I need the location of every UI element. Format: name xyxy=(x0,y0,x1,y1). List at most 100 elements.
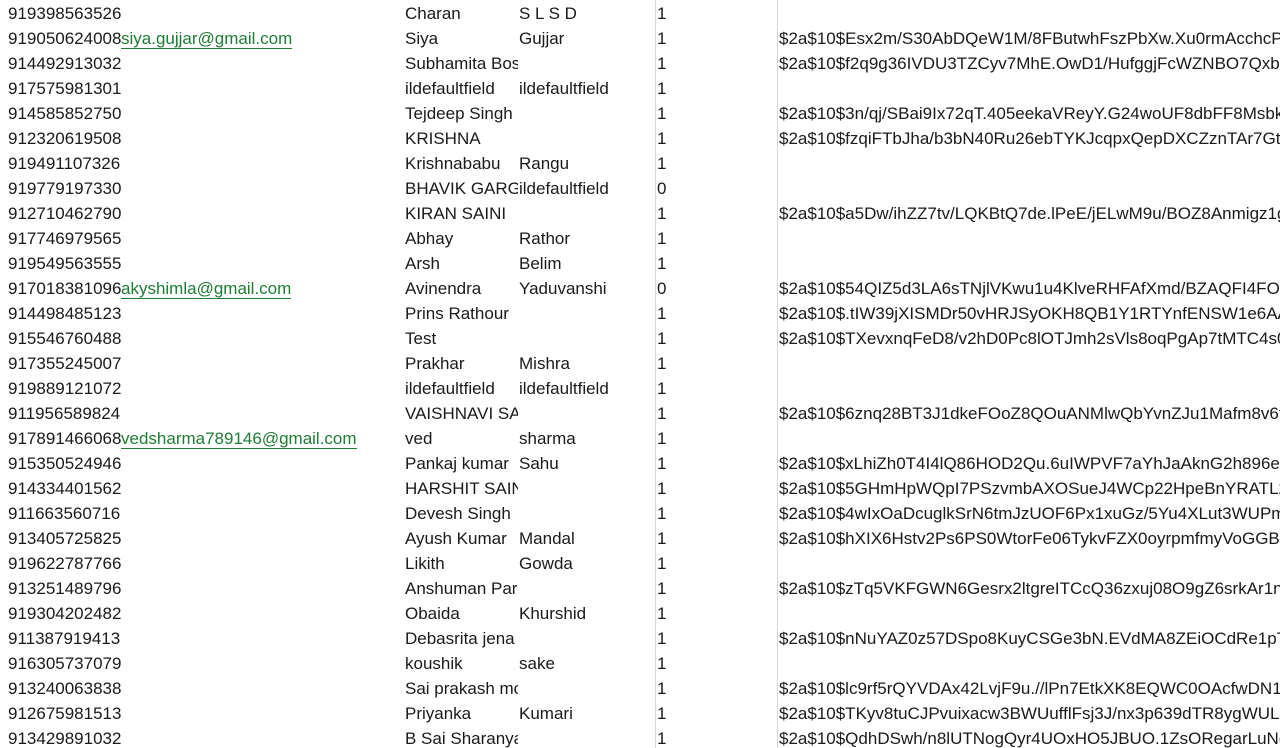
phone-cell[interactable]: 913251489796 xyxy=(8,576,121,601)
last-name-cell[interactable] xyxy=(519,726,655,748)
flag-cell[interactable]: 1 xyxy=(657,601,687,626)
phone-cell[interactable]: 919398563526 xyxy=(8,1,121,26)
last-name-cell[interactable]: S L S D xyxy=(519,1,655,26)
spreadsheet-grid[interactable]: 919398563526 Charan S L S D 1 9190506240… xyxy=(0,0,1280,748)
password-hash-cell[interactable] xyxy=(779,376,1280,401)
phone-cell[interactable]: 914334401562 xyxy=(8,476,121,501)
phone-cell[interactable]: 913240063838 xyxy=(8,676,121,701)
email-cell[interactable] xyxy=(121,551,401,576)
first-name-cell[interactable]: Devesh Singh xyxy=(405,501,518,526)
phone-cell[interactable]: 919549563555 xyxy=(8,251,121,276)
flag-cell[interactable]: 1 xyxy=(657,326,687,351)
email-cell[interactable] xyxy=(121,301,401,326)
phone-cell[interactable]: 912710462790 xyxy=(8,201,121,226)
last-name-cell[interactable] xyxy=(519,126,655,151)
password-hash-cell[interactable]: $2a$10$Esx2m/S30AbDQeW1M/8FButwhFszPbXw.… xyxy=(779,26,1280,51)
password-hash-cell[interactable]: $2a$10$QdhDSwh/n8lUTNogQyr4UOxHO5JBUO.1Z… xyxy=(779,726,1280,748)
phone-cell[interactable]: 914585852750 xyxy=(8,101,121,126)
phone-cell[interactable]: 919779197330 xyxy=(8,176,121,201)
flag-cell[interactable]: 1 xyxy=(657,651,687,676)
first-name-cell[interactable]: VAISHNAVI SA xyxy=(405,401,518,426)
first-name-cell[interactable]: Likith xyxy=(405,551,518,576)
password-hash-cell[interactable]: $2a$10$6znq28BT3J1dkeFOoZ8QOuANMlwQbYvnZ… xyxy=(779,401,1280,426)
first-name-cell[interactable]: KIRAN SAINI xyxy=(405,201,518,226)
flag-cell[interactable]: 1 xyxy=(657,501,687,526)
first-name-cell[interactable]: Siya xyxy=(405,26,518,51)
last-name-cell[interactable]: Belim xyxy=(519,251,655,276)
flag-cell[interactable]: 1 xyxy=(657,626,687,651)
phone-cell[interactable]: 917746979565 xyxy=(8,226,121,251)
phone-cell[interactable]: 912320619508 xyxy=(8,126,121,151)
password-hash-cell[interactable]: $2a$10$f2q9g36IVDU3TZCyv7MhE.OwD1/Hufggj… xyxy=(779,51,1280,76)
first-name-cell[interactable]: ved xyxy=(405,426,518,451)
password-hash-cell[interactable]: $2a$10$nNuYAZ0z57DSpo8KuyCSGe3bN.EVdMA8Z… xyxy=(779,626,1280,651)
flag-cell[interactable]: 1 xyxy=(657,151,687,176)
last-name-cell[interactable]: ildefaultfield xyxy=(519,76,655,101)
flag-cell[interactable]: 1 xyxy=(657,251,687,276)
first-name-cell[interactable]: Obaida xyxy=(405,601,518,626)
password-hash-cell[interactable]: $2a$10$5GHmHpWQpI7PSzvmbAXOSueJ4WCp22Hpe… xyxy=(779,476,1280,501)
last-name-cell[interactable] xyxy=(519,51,655,76)
last-name-cell[interactable] xyxy=(519,301,655,326)
email-cell[interactable] xyxy=(121,126,401,151)
password-hash-cell[interactable]: $2a$10$a5Dw/ihZZ7tv/LQKBtQ7de.lPeE/jELwM… xyxy=(779,201,1280,226)
flag-cell[interactable]: 1 xyxy=(657,701,687,726)
email-link[interactable]: siya.gujjar@gmail.com xyxy=(121,29,293,49)
phone-cell[interactable]: 919491107326 xyxy=(8,151,121,176)
first-name-cell[interactable]: Debasrita jena xyxy=(405,626,518,651)
last-name-cell[interactable] xyxy=(519,401,655,426)
last-name-cell[interactable]: sharma xyxy=(519,426,655,451)
last-name-cell[interactable] xyxy=(519,501,655,526)
flag-cell[interactable]: 1 xyxy=(657,26,687,51)
email-cell[interactable] xyxy=(121,101,401,126)
first-name-cell[interactable]: Test xyxy=(405,326,518,351)
password-hash-cell[interactable] xyxy=(779,1,1280,26)
last-name-cell[interactable]: Mandal xyxy=(519,526,655,551)
flag-cell[interactable]: 0 xyxy=(657,276,687,301)
flag-cell[interactable]: 1 xyxy=(657,351,687,376)
first-name-cell[interactable]: ildefaultfield xyxy=(405,376,518,401)
last-name-cell[interactable] xyxy=(519,101,655,126)
phone-cell[interactable]: 919050624008 xyxy=(8,26,121,51)
first-name-cell[interactable]: Avinendra xyxy=(405,276,518,301)
password-hash-cell[interactable] xyxy=(779,176,1280,201)
first-name-cell[interactable]: koushik xyxy=(405,651,518,676)
last-name-cell[interactable] xyxy=(519,476,655,501)
first-name-cell[interactable]: Ayush Kumar xyxy=(405,526,518,551)
flag-cell[interactable]: 1 xyxy=(657,526,687,551)
password-hash-cell[interactable] xyxy=(779,601,1280,626)
password-hash-cell[interactable]: $2a$10$fzqiFTbJha/b3bN40Ru26ebTYKJcqpxQe… xyxy=(779,126,1280,151)
last-name-cell[interactable]: Rangu xyxy=(519,151,655,176)
password-hash-cell[interactable]: $2a$10$TXevxnqFeD8/v2hD0Pc8lOTJmh2sVls8o… xyxy=(779,326,1280,351)
password-hash-cell[interactable]: $2a$10$xLhiZh0T4I4lQ86HOD2Qu.6uIWPVF7aYh… xyxy=(779,451,1280,476)
phone-cell[interactable]: 914498485123 xyxy=(8,301,121,326)
email-cell[interactable] xyxy=(121,151,401,176)
first-name-cell[interactable]: Prins Rathour xyxy=(405,301,518,326)
phone-cell[interactable]: 919889121072 xyxy=(8,376,121,401)
password-hash-cell[interactable] xyxy=(779,351,1280,376)
first-name-cell[interactable]: Charan xyxy=(405,1,518,26)
first-name-cell[interactable]: ildefaultfield xyxy=(405,76,518,101)
flag-cell[interactable]: 1 xyxy=(657,676,687,701)
email-cell[interactable] xyxy=(121,626,401,651)
last-name-cell[interactable]: sake xyxy=(519,651,655,676)
last-name-cell[interactable]: Gujjar xyxy=(519,26,655,51)
last-name-cell[interactable] xyxy=(519,326,655,351)
first-name-cell[interactable]: B Sai Sharanya xyxy=(405,726,518,748)
flag-cell[interactable]: 1 xyxy=(657,576,687,601)
phone-cell[interactable]: 916305737079 xyxy=(8,651,121,676)
email-cell[interactable] xyxy=(121,601,401,626)
phone-cell[interactable]: 911387919413 xyxy=(8,626,121,651)
flag-cell[interactable]: 1 xyxy=(657,51,687,76)
email-cell[interactable] xyxy=(121,726,401,748)
last-name-cell[interactable]: ildefaultfield xyxy=(519,376,655,401)
email-cell[interactable] xyxy=(121,76,401,101)
first-name-cell[interactable]: Tejdeep Singh xyxy=(405,101,518,126)
password-hash-cell[interactable] xyxy=(779,551,1280,576)
first-name-cell[interactable]: Subhamita Bos xyxy=(405,51,518,76)
password-hash-cell[interactable] xyxy=(779,651,1280,676)
email-cell[interactable]: akyshimla@gmail.com xyxy=(121,276,401,301)
email-cell[interactable] xyxy=(121,526,401,551)
flag-cell[interactable]: 1 xyxy=(657,76,687,101)
password-hash-cell[interactable]: $2a$10$.tIW39jXISMDr50vHRJSyOKH8QB1Y1RTY… xyxy=(779,301,1280,326)
